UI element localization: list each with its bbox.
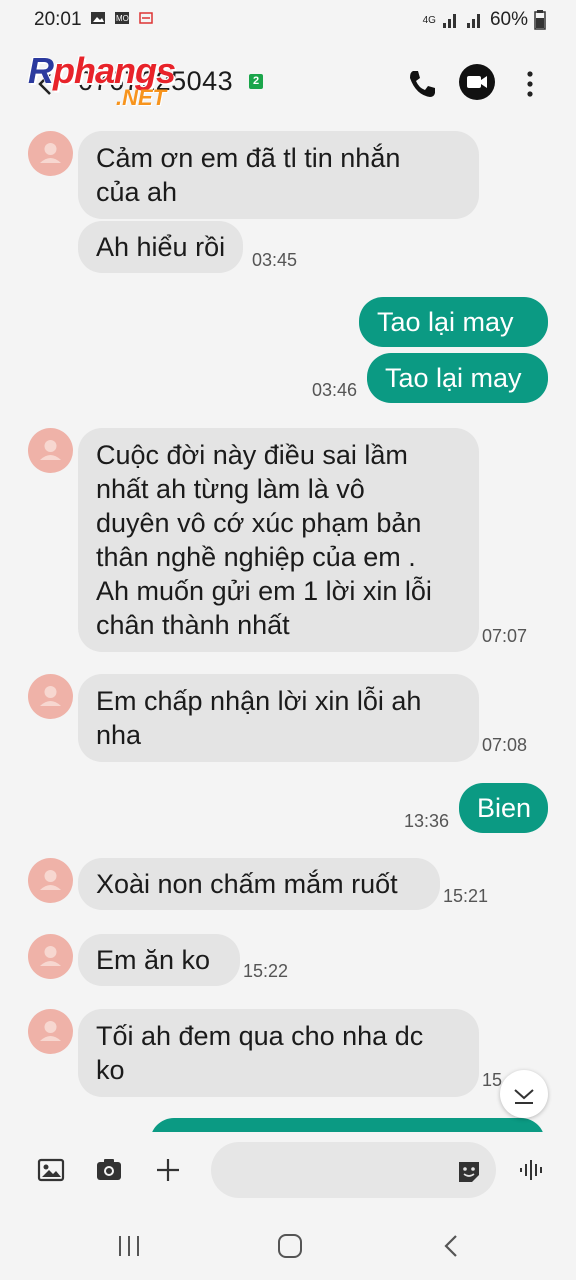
outgoing-message[interactable]: Tao lại may [359, 297, 548, 347]
message-time: 15:22 [243, 961, 289, 981]
status-time: 20:01 [34, 9, 82, 30]
person-icon [40, 686, 61, 706]
message-line: Bien [477, 793, 532, 823]
incoming-message[interactable]: Cuộc đời này điều sai lầm nhất ah từng l… [78, 428, 479, 652]
incoming-message[interactable]: Tối ah đem qua cho nha dc ko [78, 1009, 479, 1097]
nav-back-icon[interactable] [437, 1232, 467, 1260]
message-line: thân nghề nghiệp của em . [96, 542, 416, 572]
system-nav-bar [0, 1212, 576, 1280]
status-right: 4G 60% [423, 9, 546, 31]
app-notification-icon: MO [115, 12, 129, 24]
message-line: Cuộc đời này điều sai lầm [96, 440, 408, 470]
incoming-message[interactable]: Em chấp nhận lời xin lỗi ah nha [78, 674, 479, 762]
phone-icon[interactable] [404, 66, 440, 102]
message-time: 03:46 [312, 380, 358, 400]
conversation-header: 0767225043 2 Rphangs .NET [0, 44, 576, 124]
message-line: duyên vô cớ xúc phạm bản [96, 508, 422, 538]
message-line: nha [96, 720, 142, 750]
message-line: Em ăn ko [96, 945, 211, 975]
camera-icon[interactable] [95, 1156, 123, 1184]
network-type: 4G [422, 14, 436, 26]
add-icon[interactable] [154, 1156, 182, 1184]
voice-icon[interactable] [518, 1156, 546, 1184]
scroll-down-icon [514, 1089, 534, 1104]
contact-avatar[interactable] [28, 934, 73, 979]
contact-avatar[interactable] [28, 131, 73, 176]
compose-bar [0, 1132, 576, 1212]
home-icon[interactable] [275, 1232, 305, 1260]
outgoing-message[interactable]: Tao lại may [367, 353, 548, 403]
message-line: Tối ah đem qua cho nha dc [96, 1021, 424, 1051]
incoming-message[interactable]: Em ăn ko [78, 934, 240, 986]
message-time: 15:21 [443, 886, 489, 906]
person-icon [40, 143, 61, 163]
message-line: chân thành nhất [96, 610, 290, 640]
person-icon [40, 440, 61, 460]
incoming-message[interactable]: Ah hiểu rồi [78, 221, 244, 273]
signal-icon [442, 14, 456, 28]
person-icon [40, 946, 61, 966]
message-time: 03:45 [252, 250, 298, 270]
message-line: nhất ah từng làm là vô [96, 474, 365, 504]
gallery-notification-icon [91, 12, 105, 24]
sim-badge: 2 [249, 74, 263, 89]
watermark-logo: Rphangs .NET [28, 50, 208, 112]
recent-apps-icon[interactable] [114, 1232, 144, 1260]
contact-avatar[interactable] [28, 674, 73, 719]
more-options-icon[interactable] [520, 66, 540, 102]
watermark-sub: .NET [116, 85, 167, 110]
messaging-app: 20:01 MO 4G 60% 0767225043 2 Rphangs .NE… [0, 0, 576, 1280]
red-notification-icon [139, 12, 153, 24]
signal-icon-2 [466, 14, 480, 28]
incoming-message[interactable]: Xoài non chấm mắm ruốt [78, 858, 440, 910]
message-line: của ah [96, 177, 178, 207]
video-call-icon[interactable] [459, 64, 495, 100]
battery-icon [534, 10, 546, 30]
message-line: Tao lại may [385, 363, 522, 393]
svg-text:MO: MO [116, 14, 129, 23]
scroll-down-button[interactable] [500, 1070, 548, 1118]
message-line: Ah muốn gửi em 1 lời xin lỗi [96, 576, 432, 606]
message-time: 07:07 [482, 626, 528, 646]
contact-avatar[interactable] [28, 858, 73, 903]
message-line: Ah hiểu rồi [96, 232, 226, 262]
message-time: 13:36 [404, 811, 450, 831]
contact-avatar[interactable] [28, 428, 73, 473]
incoming-message[interactable]: Cảm ơn em đã tl tin nhắn của ah [78, 131, 479, 219]
message-line: ko [96, 1055, 125, 1085]
message-line: Em chấp nhận lời xin lỗi ah [96, 686, 422, 716]
message-time: 07:08 [482, 735, 528, 755]
outgoing-message[interactable]: Bien [459, 783, 548, 833]
message-line: Tao lại may [377, 307, 514, 337]
battery-percent: 60% [489, 9, 528, 30]
message-input[interactable] [211, 1142, 496, 1198]
message-line: Xoài non chấm mắm ruốt [96, 869, 398, 899]
person-icon [40, 1021, 61, 1041]
sticker-icon[interactable] [456, 1159, 482, 1185]
contact-avatar[interactable] [28, 1009, 73, 1054]
gallery-icon[interactable] [37, 1156, 65, 1184]
message-line: Cảm ơn em đã tl tin nhắn [96, 143, 401, 173]
status-bar: 20:01 MO 4G 60% [0, 0, 576, 44]
person-icon [40, 870, 61, 890]
notification-icons: MO [90, 10, 154, 26]
